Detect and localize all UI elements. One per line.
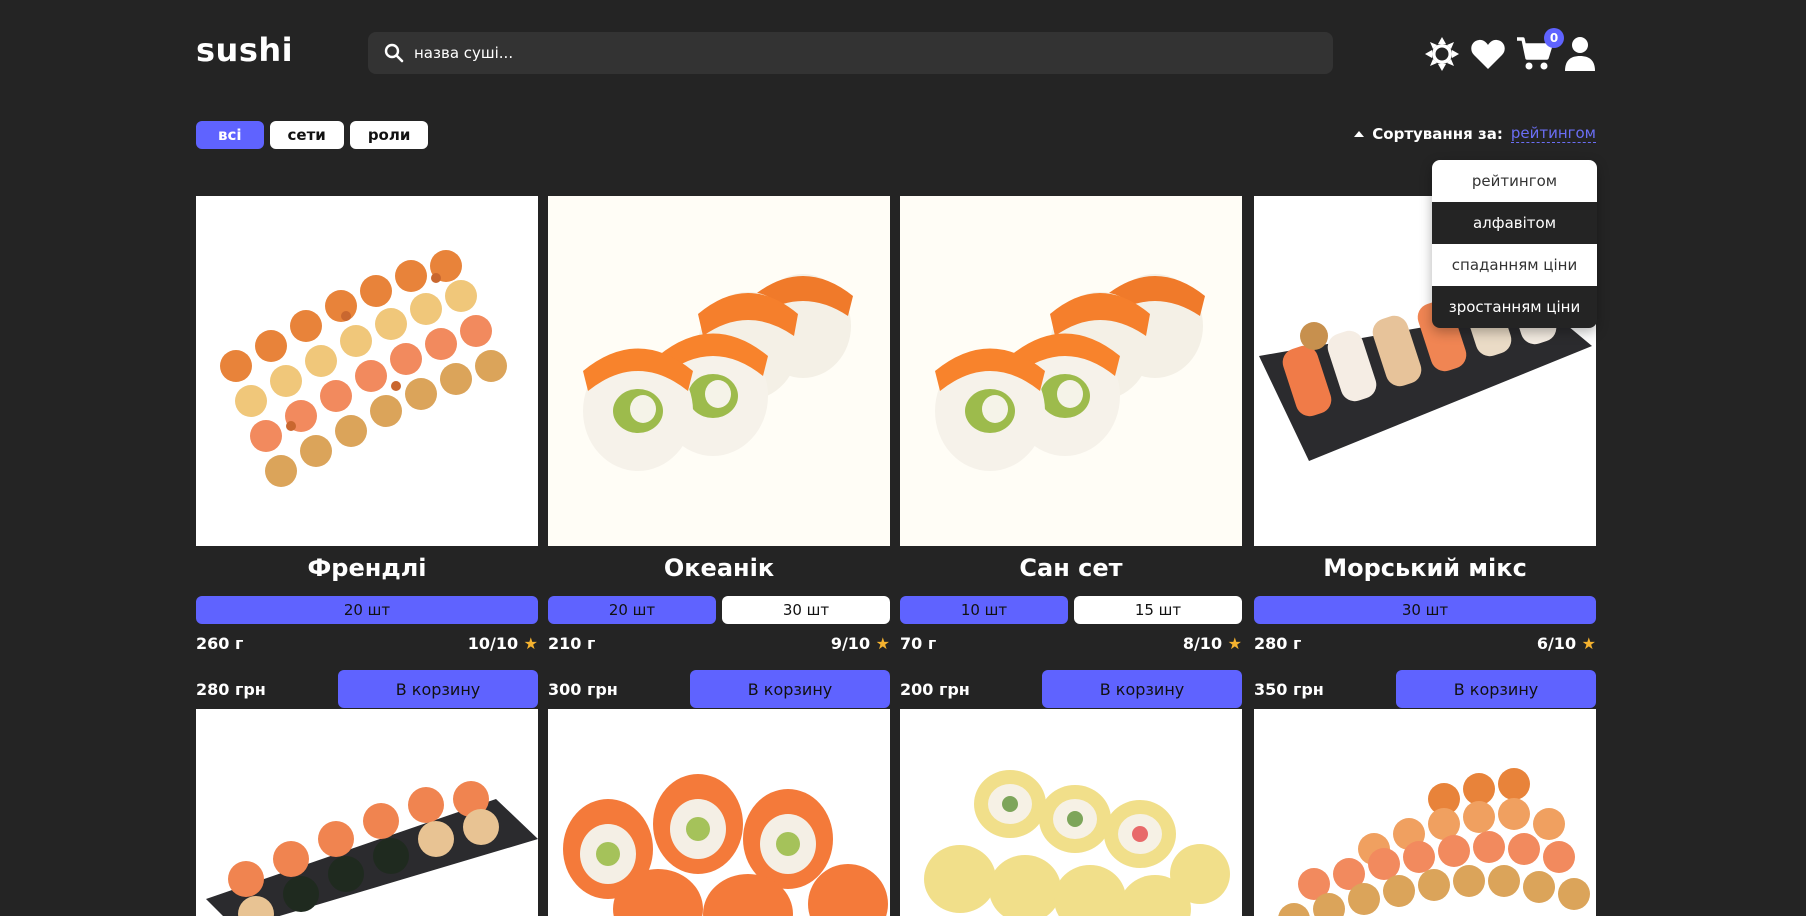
add-to-cart-button[interactable]: В корзину [1396, 670, 1596, 708]
star-icon: ★ [875, 634, 890, 653]
filter-rolls[interactable]: роли [349, 121, 429, 149]
add-to-cart-button[interactable]: В корзину [338, 670, 538, 708]
product-card [1254, 709, 1596, 916]
product-rating: 9/10 ★ [830, 634, 890, 653]
cart-icon[interactable]: 0 [1516, 28, 1564, 72]
caret-up-icon [1354, 130, 1365, 137]
sort-option-price-asc[interactable]: зростанням ціни [1432, 286, 1597, 328]
product-name: Френдлі [307, 554, 427, 582]
sort-value[interactable]: рейтингом [1510, 124, 1596, 143]
search-bar[interactable] [368, 32, 1333, 74]
category-filters: всі сети роли [196, 121, 434, 149]
sort-option-price-desc[interactable]: спаданням ціни [1432, 244, 1597, 286]
product-weight: 210 г [548, 634, 596, 653]
product-image[interactable] [1254, 709, 1596, 916]
sort-control[interactable]: Сортування за: рейтингом [1354, 124, 1596, 143]
product-price: 280 грн [196, 679, 266, 699]
product-meta: 280 г 6/10 ★ [1254, 634, 1596, 654]
size-option[interactable]: 20 шт [196, 596, 538, 624]
product-meta: 210 г 9/10 ★ [548, 634, 890, 654]
size-selector: 20 шт 30 шт [548, 596, 890, 624]
size-option[interactable]: 15 шт [1074, 596, 1242, 624]
size-option[interactable]: 30 шт [722, 596, 890, 624]
search-icon [384, 43, 404, 63]
product-weight: 280 г [1254, 634, 1302, 653]
product-image[interactable] [196, 196, 538, 546]
add-to-cart-button[interactable]: В корзину [690, 670, 890, 708]
product-meta: 70 г 8/10 ★ [900, 634, 1242, 654]
filter-sets[interactable]: сети [269, 121, 344, 149]
header-icons: 0 [1414, 28, 1596, 76]
product-meta: 260 г 10/10 ★ [196, 634, 538, 654]
product-weight: 260 г [196, 634, 244, 653]
product-card: Океанік 20 шт 30 шт 210 г 9/10 ★ 300 грн… [548, 196, 890, 708]
star-icon: ★ [1581, 634, 1596, 653]
product-weight: 70 г [900, 634, 937, 653]
search-input[interactable] [414, 44, 1294, 62]
logo[interactable]: sushi [196, 32, 293, 68]
product-card: Сан сет 10 шт 15 шт 70 г 8/10 ★ 200 грн … [900, 196, 1242, 708]
product-image[interactable] [196, 709, 538, 916]
product-image[interactable] [548, 709, 890, 916]
add-to-cart-button[interactable]: В корзину [1042, 670, 1242, 708]
product-rating: 10/10 ★ [467, 634, 538, 653]
sort-option-rating[interactable]: рейтингом [1432, 160, 1597, 202]
product-name: Сан сет [1019, 554, 1123, 582]
product-name: Океанік [663, 554, 775, 582]
product-card [900, 709, 1242, 916]
product-card [196, 709, 538, 916]
sun-icon[interactable] [1424, 36, 1460, 72]
purchase-row: 300 грн В корзину [548, 670, 890, 708]
product-rating: 8/10 ★ [1182, 634, 1242, 653]
purchase-row: 350 грн В корзину [1254, 670, 1596, 708]
user-icon[interactable] [1564, 36, 1596, 72]
size-selector: 10 шт 15 шт [900, 596, 1242, 624]
size-option[interactable]: 20 шт [548, 596, 716, 624]
filter-all[interactable]: всі [196, 121, 264, 149]
purchase-row: 280 грн В корзину [196, 670, 538, 708]
star-icon: ★ [1227, 634, 1242, 653]
product-image[interactable] [548, 196, 890, 546]
heart-icon[interactable] [1470, 38, 1506, 70]
star-icon: ★ [523, 634, 538, 653]
product-price: 300 грн [548, 679, 618, 699]
size-option[interactable]: 10 шт [900, 596, 1068, 624]
product-image[interactable] [900, 196, 1242, 546]
sort-label: Сортування за: [1372, 124, 1503, 143]
purchase-row: 200 грн В корзину [900, 670, 1242, 708]
product-name: Морський мікс [1323, 554, 1527, 582]
size-option[interactable]: 30 шт [1254, 596, 1596, 624]
size-selector: 20 шт [196, 596, 538, 624]
product-card [548, 709, 890, 916]
product-price: 350 грн [1254, 679, 1324, 699]
cart-count-badge: 0 [1544, 28, 1564, 48]
product-image[interactable] [900, 709, 1242, 916]
sort-dropdown: рейтингом алфавітом спаданням ціни зрост… [1432, 160, 1597, 328]
product-card: Френдлі 20 шт 260 г 10/10 ★ 280 грн В ко… [196, 196, 538, 708]
size-selector: 30 шт [1254, 596, 1596, 624]
product-rating: 6/10 ★ [1536, 634, 1596, 653]
product-price: 200 грн [900, 679, 970, 699]
header: sushi 0 [196, 28, 1596, 76]
sort-option-alphabet[interactable]: алфавітом [1432, 202, 1597, 244]
